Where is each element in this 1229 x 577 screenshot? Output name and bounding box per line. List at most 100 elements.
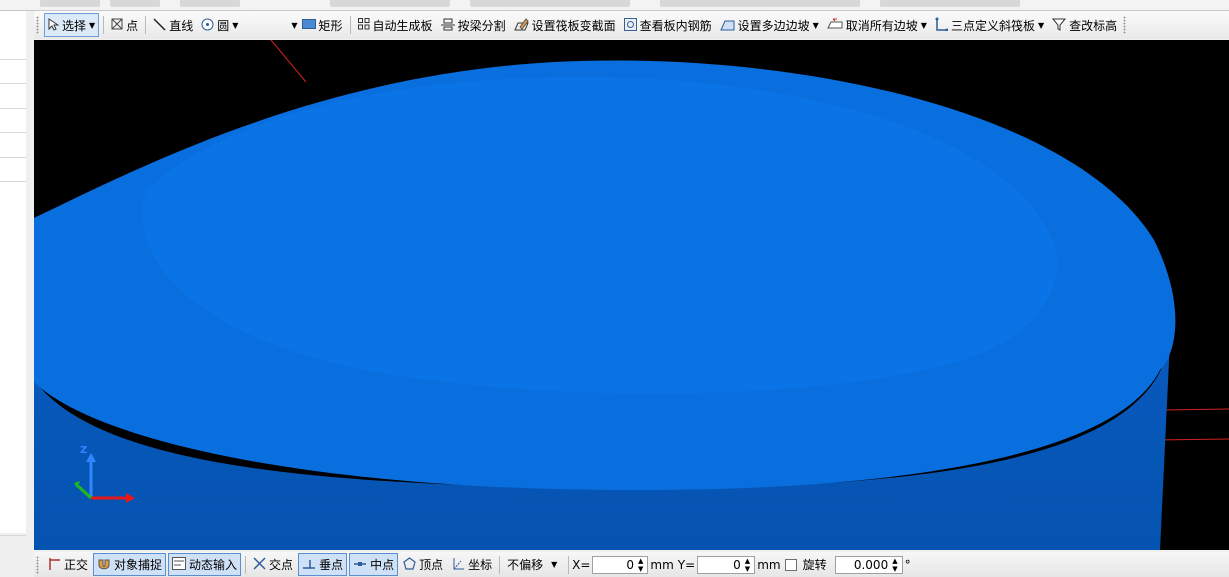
z-axis-label: Z bbox=[80, 445, 88, 456]
set-multi-slope-button[interactable]: 设置多边边坡 ▼ bbox=[717, 14, 822, 36]
point-tool-label: 点 bbox=[126, 18, 139, 33]
chevron-down-icon[interactable]: ▼ bbox=[89, 21, 95, 30]
point-icon bbox=[111, 18, 123, 32]
intersection-snap[interactable]: 交点 bbox=[250, 554, 296, 575]
perpendicular-icon bbox=[302, 558, 316, 572]
coordinate-label: 坐标 bbox=[468, 558, 493, 572]
cancel-all-slopes-label: 取消所有边坡 bbox=[845, 18, 918, 33]
perpendicular-snap[interactable]: 垂点 bbox=[298, 553, 348, 576]
midpoint-icon bbox=[353, 559, 367, 571]
rotate-angle-input[interactable]: 0.000 ▲ ▼ bbox=[834, 555, 903, 574]
line-tool-label: 直线 bbox=[169, 18, 194, 33]
chevron-down-icon[interactable]: ▼ bbox=[291, 21, 297, 30]
statusbar-separator bbox=[499, 555, 501, 574]
point-tool-button[interactable]: 点 bbox=[108, 14, 141, 36]
cancel-slope-icon bbox=[826, 18, 843, 32]
offset-mode-select[interactable]: 不偏移 ▼ bbox=[504, 554, 564, 575]
chevron-down-icon[interactable]: ▼ bbox=[813, 21, 819, 30]
y-coordinate-input[interactable]: 0 ▲ ▼ bbox=[697, 555, 756, 574]
set-multi-slope-label: 设置多边边坡 bbox=[737, 18, 810, 33]
elevation-icon bbox=[1052, 17, 1067, 33]
perpendicular-label: 垂点 bbox=[319, 558, 344, 572]
axis-line-background bbox=[270, 40, 307, 83]
x-coordinate-value: 0 bbox=[626, 557, 635, 572]
snap-statusbar: 正交 对象捕捉 动态输入 交点 垂点 中点 顶点 坐标 不偏移 ▼ X= 0 ▲… bbox=[34, 552, 1229, 577]
object-snap-label: 对象捕捉 bbox=[114, 558, 163, 572]
x-unit: mm bbox=[650, 557, 674, 572]
coordinate-snap[interactable]: 坐标 bbox=[448, 554, 495, 575]
dynamic-input-icon bbox=[172, 557, 187, 572]
split-by-beam-label: 按梁分割 bbox=[457, 18, 506, 33]
circle-tool-label: 圆 bbox=[217, 18, 230, 33]
intersection-label: 交点 bbox=[269, 558, 294, 572]
y-coordinate-value: 0 bbox=[733, 557, 741, 572]
auto-generate-slab-button[interactable]: 自动生成板 bbox=[355, 14, 436, 36]
rectangle-icon bbox=[301, 19, 316, 31]
ortho-label: 正交 bbox=[64, 558, 89, 572]
set-raft-section-button[interactable]: 设置筏板变截面 bbox=[511, 14, 619, 36]
toolbar-grip[interactable] bbox=[1123, 16, 1127, 34]
object-snap-toggle[interactable]: 对象捕捉 bbox=[93, 553, 167, 576]
chevron-down-icon[interactable]: ▼ bbox=[1038, 21, 1044, 30]
circle-tool-button[interactable]: 圆 ▼ bbox=[198, 14, 241, 36]
left-panel[interactable] bbox=[0, 11, 27, 536]
chevron-down-icon[interactable]: ▼ bbox=[921, 21, 927, 30]
view-slab-rebar-button[interactable]: 查看板内钢筋 bbox=[621, 14, 715, 36]
three-point-inclined-raft-button[interactable]: 三点定义斜筏板 ▼ bbox=[932, 14, 1047, 36]
auto-generate-slab-label: 自动生成板 bbox=[372, 18, 433, 33]
panel-gap bbox=[26, 11, 34, 577]
line-tool-button[interactable]: 直线 bbox=[150, 14, 196, 36]
axis-line-background bbox=[1163, 408, 1229, 411]
toolbar-grip[interactable] bbox=[36, 16, 39, 34]
intersection-icon bbox=[253, 557, 266, 572]
chevron-down-icon[interactable]: ▼ bbox=[551, 560, 557, 569]
ortho-icon bbox=[47, 557, 61, 573]
cursor-icon bbox=[48, 17, 60, 33]
magnet-icon bbox=[97, 557, 111, 573]
midpoint-snap[interactable]: 中点 bbox=[349, 553, 399, 576]
y-label: Y= bbox=[677, 557, 696, 572]
cancel-all-slopes-button[interactable]: 取消所有边坡 ▼ bbox=[824, 14, 930, 36]
statusbar-grip[interactable] bbox=[36, 555, 39, 574]
rotate-checkbox[interactable] bbox=[784, 558, 797, 571]
toolbar-separator bbox=[145, 16, 147, 34]
rectangle-tool-label: 矩形 bbox=[318, 18, 343, 33]
spinner-icon[interactable]: ▲ ▼ bbox=[745, 557, 750, 573]
three-point-icon bbox=[935, 17, 949, 33]
set-raft-section-label: 设置筏板变截面 bbox=[531, 18, 616, 33]
edit-section-icon bbox=[513, 17, 529, 33]
coordinate-icon bbox=[451, 557, 465, 573]
rectangle-tool-button[interactable]: 矩形 bbox=[299, 14, 346, 36]
vertex-snap[interactable]: 顶点 bbox=[400, 554, 446, 575]
slope-icon bbox=[719, 18, 735, 33]
top-toolbar-strip bbox=[0, 0, 1229, 11]
grid-icon bbox=[357, 18, 370, 32]
vertex-icon bbox=[403, 557, 416, 572]
toolbar-separator bbox=[349, 16, 351, 34]
modify-elevation-label: 查改标高 bbox=[1069, 18, 1118, 33]
y-unit: mm bbox=[757, 557, 781, 572]
spinner-icon[interactable]: ▲ ▼ bbox=[892, 557, 897, 573]
split-by-beam-button[interactable]: 按梁分割 bbox=[438, 14, 509, 36]
spinner-icon[interactable]: ▲ ▼ bbox=[638, 557, 643, 573]
select-tool-label: 选择 bbox=[62, 18, 87, 33]
rebar-icon bbox=[623, 17, 637, 33]
three-point-inclined-raft-label: 三点定义斜筏板 bbox=[950, 18, 1035, 33]
dynamic-input-label: 动态输入 bbox=[189, 558, 238, 572]
chevron-down-icon[interactable]: ▼ bbox=[232, 21, 238, 30]
statusbar-separator bbox=[568, 555, 570, 574]
ortho-toggle[interactable]: 正交 bbox=[44, 554, 91, 575]
circle-icon bbox=[201, 18, 214, 33]
dynamic-input-toggle[interactable]: 动态输入 bbox=[168, 553, 242, 576]
midpoint-label: 中点 bbox=[370, 558, 395, 572]
slab-model bbox=[34, 40, 1229, 550]
statusbar-separator bbox=[245, 555, 247, 574]
x-coordinate-input[interactable]: 0 ▲ ▼ bbox=[592, 555, 649, 574]
line-icon bbox=[153, 17, 166, 33]
3d-viewport[interactable]: Z bbox=[34, 40, 1229, 550]
drawing-toolbar: 选择 ▼ 点 直线 圆 ▼ ▼ 矩形 自动生成板 按梁分割 设置筏板变截面 查看… bbox=[34, 11, 1229, 39]
x-label: X= bbox=[572, 557, 591, 572]
select-tool-button[interactable]: 选择 ▼ bbox=[44, 13, 100, 37]
modify-elevation-button[interactable]: 查改标高 bbox=[1049, 14, 1120, 36]
degree-symbol: ° bbox=[904, 557, 911, 572]
